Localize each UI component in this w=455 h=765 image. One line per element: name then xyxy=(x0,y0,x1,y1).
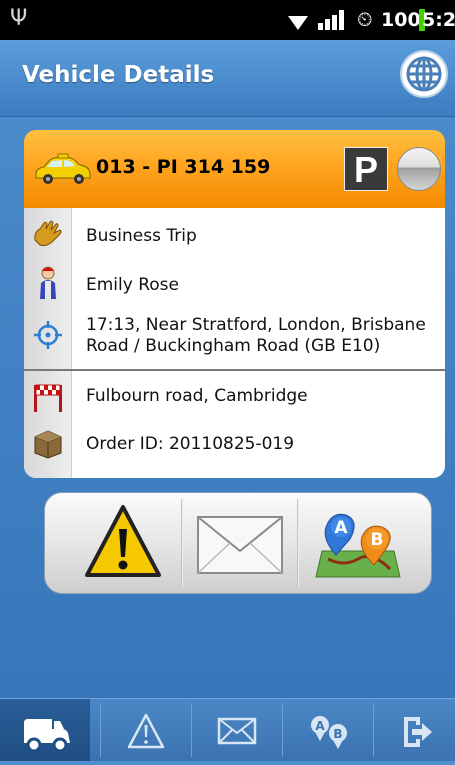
divider xyxy=(24,369,445,371)
globe-icon xyxy=(406,56,442,92)
envelope-icon xyxy=(217,717,257,745)
tab-logout[interactable] xyxy=(374,699,455,761)
route-button[interactable]: A B xyxy=(298,493,414,593)
vehicle-title: 013 - PI 314 159 xyxy=(96,156,271,178)
package-icon xyxy=(34,430,62,459)
route-a-b-icon: A B xyxy=(311,716,347,749)
order-id: Order ID: 20110825-019 xyxy=(86,434,295,454)
glove-icon xyxy=(34,220,62,247)
route-label-a: A xyxy=(334,518,348,538)
vehicle-header[interactable]: 013 - PI 314 159 P xyxy=(24,130,445,208)
clock: 5:20 xyxy=(422,9,455,31)
current-location: 17:13, Near Stratford, London, Brisbane … xyxy=(86,315,426,356)
usb-icon: Ψ xyxy=(10,6,28,31)
driver-icon xyxy=(40,266,56,299)
route-a-b-icon: A B xyxy=(315,513,401,578)
tab-routes[interactable]: A B xyxy=(283,699,373,761)
logout-icon xyxy=(404,717,432,747)
status-indicator-icon xyxy=(397,147,441,191)
route-label-a: A xyxy=(315,719,325,733)
alarm-icon: ⏲ xyxy=(357,7,373,31)
truck-icon xyxy=(24,719,70,753)
finish-flag-icon xyxy=(34,384,62,412)
tab-vehicles[interactable] xyxy=(0,699,90,761)
warning-button[interactable] xyxy=(65,493,181,593)
tab-alerts[interactable] xyxy=(101,699,191,761)
destination: Fulbourn road, Cambridge xyxy=(86,386,308,406)
route-label-b: B xyxy=(371,530,384,550)
globe-button[interactable] xyxy=(400,50,448,98)
message-button[interactable] xyxy=(182,493,298,593)
location-target-icon xyxy=(34,321,62,349)
warning-icon xyxy=(127,713,165,749)
envelope-icon xyxy=(197,516,283,574)
action-bar: A B xyxy=(44,492,432,594)
vehicle-card: 013 - PI 314 159 P Business Trip Emily R… xyxy=(24,130,445,480)
parking-icon: P xyxy=(344,147,388,191)
route-label-b: B xyxy=(333,727,342,741)
status-bar: Ψ ⏲ 100 5:20 xyxy=(0,0,455,40)
trip-type: Business Trip xyxy=(86,226,197,246)
tab-messages[interactable] xyxy=(192,699,282,761)
wifi-icon xyxy=(288,16,308,30)
page-title: Vehicle Details xyxy=(22,62,215,88)
bottom-nav: A B xyxy=(0,698,455,761)
vehicle-details: Business Trip Emily Rose 17:13, Near Str… xyxy=(24,208,445,478)
warning-icon xyxy=(85,505,161,577)
signal-icon xyxy=(318,10,344,30)
battery-level: 100 xyxy=(381,9,421,31)
taxi-icon xyxy=(35,153,91,184)
driver-name: Emily Rose xyxy=(86,275,179,295)
title-bar: Vehicle Details xyxy=(0,40,455,117)
